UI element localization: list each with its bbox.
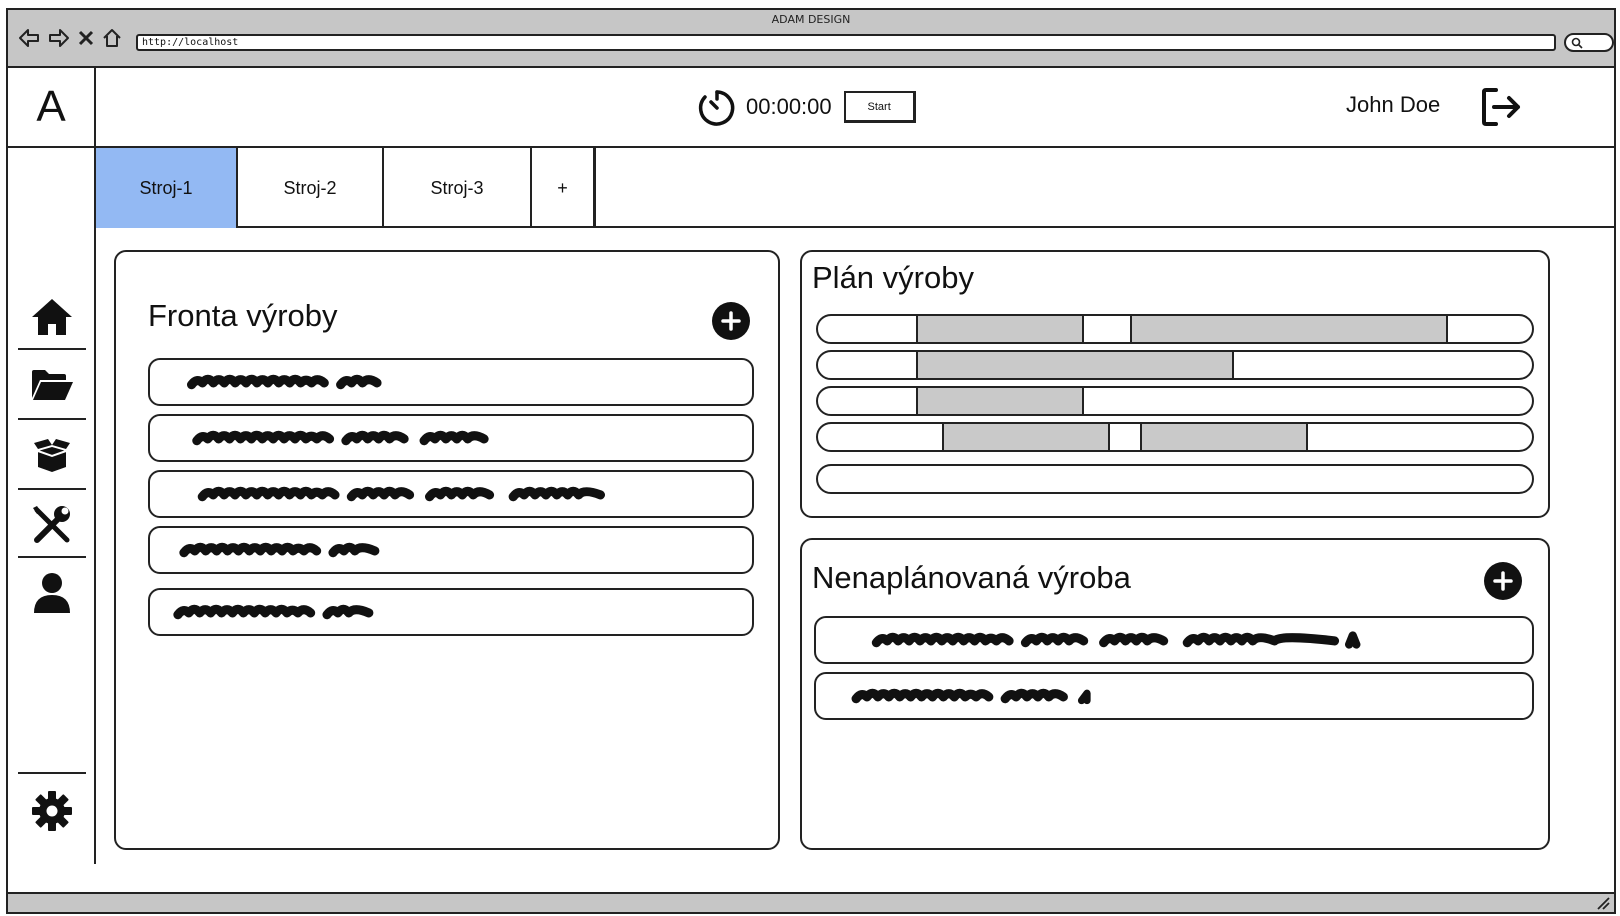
tools-icon: [33, 506, 70, 543]
gantt-row: [816, 386, 1534, 416]
list-item[interactable]: [148, 588, 754, 636]
timer: 00:00:00 Start: [696, 86, 916, 128]
sidebar-item-home[interactable]: [18, 284, 86, 350]
home-nav-icon[interactable]: [102, 28, 122, 48]
plan-title: Plán výroby: [812, 260, 974, 295]
sidebar-divider: [18, 348, 86, 350]
add-tab-button[interactable]: +: [532, 148, 596, 228]
tab-stroj-1[interactable]: Stroj-1: [96, 148, 238, 228]
plus-icon: [1493, 571, 1513, 591]
add-unplanned-button[interactable]: [1484, 562, 1522, 600]
status-bar: [8, 892, 1614, 912]
gantt-bar[interactable]: [942, 424, 1110, 450]
browser-nav: [18, 28, 122, 48]
plus-icon: [721, 311, 741, 331]
list-item[interactable]: [814, 672, 1534, 720]
top-bar: 00:00:00 Start John Doe: [96, 68, 1614, 148]
gantt-bar[interactable]: [1140, 424, 1308, 450]
window-title: ADAM DESIGN: [771, 13, 851, 26]
machine-tabs: Stroj-1 Stroj-2 Stroj-3 +: [96, 148, 1614, 228]
gantt-row: [816, 314, 1534, 344]
browser-window: ADAM DESIGN http://localhost A 00:00:00 …: [6, 8, 1616, 914]
app: A 00:00:00 Start John Doe Stroj-1 Stroj-…: [8, 68, 1614, 864]
gantt-bar[interactable]: [1130, 316, 1448, 342]
sidebar-item-tools[interactable]: [18, 492, 86, 558]
folder-open-icon: [32, 370, 73, 400]
unplanned-title: Nenaplánovaná výroba: [812, 560, 1131, 595]
stopwatch-icon: [698, 90, 735, 126]
tab-stroj-3[interactable]: Stroj-3: [384, 148, 532, 228]
resize-handle-icon[interactable]: [1596, 896, 1610, 910]
box-icon: [34, 439, 70, 472]
redacted-text: [187, 374, 382, 390]
url-bar[interactable]: http://localhost: [136, 34, 1556, 51]
gantt-bar[interactable]: [916, 316, 1084, 342]
sidebar-divider: [18, 556, 86, 558]
sidebar-item-settings[interactable]: [18, 778, 86, 844]
close-icon[interactable]: [78, 29, 94, 47]
redacted-text: [192, 430, 489, 446]
sidebar-item-products[interactable]: [18, 422, 86, 488]
redacted-text: [851, 688, 1091, 705]
tab-stroj-2[interactable]: Stroj-2: [238, 148, 384, 228]
gantt-bar[interactable]: [916, 352, 1234, 378]
logout-icon[interactable]: [1480, 86, 1524, 128]
list-item[interactable]: [148, 358, 754, 406]
redacted-text: [179, 542, 380, 558]
timer-value: 00:00:00: [746, 94, 832, 119]
home-icon: [32, 299, 72, 335]
redacted-text: [871, 631, 1361, 649]
search-icon: [1571, 37, 1583, 49]
user-name: John Doe: [1346, 92, 1441, 117]
list-item[interactable]: [148, 526, 754, 574]
redacted-text: [197, 486, 605, 502]
app-logo[interactable]: A: [8, 68, 96, 148]
sidebar: [8, 148, 96, 864]
gear-icon: [32, 791, 72, 831]
gantt-row: [816, 422, 1534, 452]
redacted-text: [173, 604, 374, 620]
sidebar-divider: [18, 418, 86, 420]
add-queue-button[interactable]: [712, 302, 750, 340]
sidebar-divider: [18, 488, 86, 490]
unplanned-panel: Nenaplánovaná výroba: [800, 538, 1550, 850]
back-icon[interactable]: [18, 28, 40, 48]
list-item[interactable]: [814, 616, 1534, 664]
list-item[interactable]: [148, 470, 754, 518]
sidebar-divider: [18, 772, 86, 774]
forward-icon[interactable]: [48, 28, 70, 48]
user-icon: [34, 573, 70, 613]
gantt-bar[interactable]: [916, 388, 1084, 414]
queue-title: Fronta výroby: [148, 298, 338, 333]
start-button[interactable]: Start: [843, 91, 916, 123]
gantt-row: [816, 350, 1534, 380]
gantt-row: [816, 464, 1534, 494]
browser-chrome: ADAM DESIGN http://localhost: [8, 10, 1614, 68]
plan-panel: Plán výroby: [800, 250, 1550, 518]
sidebar-item-files[interactable]: [18, 352, 86, 418]
browser-search[interactable]: [1564, 33, 1614, 52]
list-item[interactable]: [148, 414, 754, 462]
sidebar-item-users[interactable]: [18, 560, 86, 626]
queue-panel: Fronta výroby: [114, 250, 780, 850]
